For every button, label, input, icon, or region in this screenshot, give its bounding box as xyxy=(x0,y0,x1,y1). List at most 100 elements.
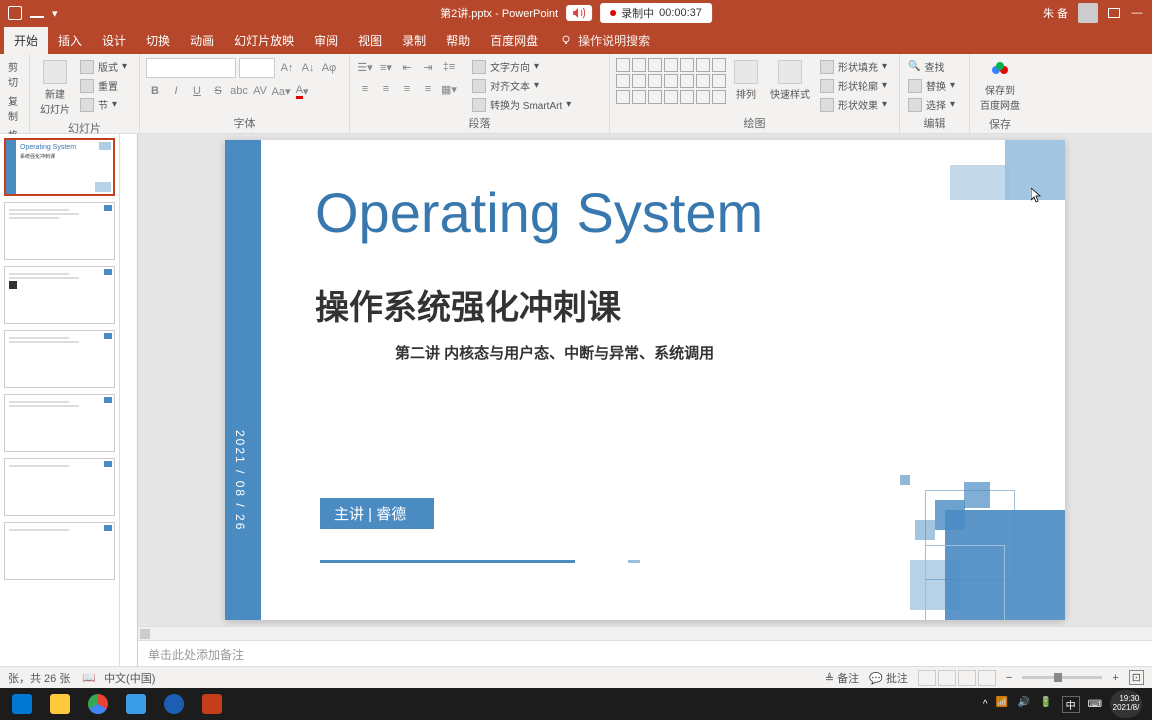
cut-button[interactable]: 剪切 xyxy=(6,58,23,90)
thumbnail-5[interactable] xyxy=(4,394,115,452)
slide-canvas[interactable]: 2021 / 08 / 26 Operating System 操作系统强化冲刺… xyxy=(225,140,1065,620)
avatar[interactable] xyxy=(1078,3,1098,23)
taskbar-chrome[interactable] xyxy=(80,690,116,718)
thumbnail-2[interactable] xyxy=(4,202,115,260)
font-color-button[interactable]: A▾ xyxy=(293,82,311,100)
thumbnail-7[interactable] xyxy=(4,522,115,580)
font-family-select[interactable] xyxy=(146,58,236,78)
comments-toggle[interactable]: 💬 批注 xyxy=(869,670,908,686)
minimize-button[interactable]: — xyxy=(1130,6,1144,20)
shape-outline-button[interactable]: 形状轮廓 ▾ xyxy=(818,77,889,94)
tab-view[interactable]: 视图 xyxy=(348,27,392,54)
zoom-in-button[interactable]: + xyxy=(1112,672,1118,684)
taskbar-app-2[interactable] xyxy=(156,690,192,718)
shadow-button[interactable]: abc xyxy=(230,82,248,100)
horizontal-scrollbar[interactable] xyxy=(138,626,1152,640)
new-slide-button[interactable]: 新建 幻灯片 xyxy=(36,58,74,118)
smartart-button[interactable]: 转换为 SmartArt ▾ xyxy=(470,96,573,113)
bold-button[interactable]: B xyxy=(146,82,164,100)
ribbon-display-icon[interactable] xyxy=(1108,8,1120,18)
tray-ime[interactable]: 中 xyxy=(1062,696,1080,713)
thumbnail-4[interactable] xyxy=(4,330,115,388)
select-button[interactable]: 选择 ▾ xyxy=(906,96,963,113)
align-text-button[interactable]: 对齐文本 ▾ xyxy=(470,77,573,94)
quick-styles-button[interactable]: 快速样式 xyxy=(766,58,814,103)
language-indicator[interactable]: 中文(中国) xyxy=(104,670,155,686)
slide-lecturer[interactable]: 主讲 | 睿德 xyxy=(320,498,434,529)
shape-fill-button[interactable]: 形状填充 ▾ xyxy=(818,58,889,75)
arrange-button[interactable]: 排列 xyxy=(730,58,762,103)
slide-thumbnail-panel[interactable]: Operating System系统强化冲刺课 xyxy=(0,134,120,666)
char-spacing-button[interactable]: AV xyxy=(251,82,269,100)
zoom-out-button[interactable]: − xyxy=(1006,672,1012,684)
tab-slideshow[interactable]: 幻灯片放映 xyxy=(224,27,304,54)
tray-battery-icon[interactable]: 🔋 xyxy=(1040,697,1054,711)
reset-button[interactable]: 重置 xyxy=(78,77,129,94)
tray-clock[interactable]: 19:30 2021/8/ xyxy=(1110,690,1142,718)
reading-view-button[interactable] xyxy=(958,670,976,686)
quickaccess-icon[interactable] xyxy=(30,8,44,18)
tray-keyboard-icon[interactable]: ⌨ xyxy=(1088,699,1102,710)
tab-help[interactable]: 帮助 xyxy=(436,27,480,54)
columns-button[interactable]: ▦▾ xyxy=(440,80,458,98)
replace-button[interactable]: 替换 ▾ xyxy=(906,77,963,94)
shape-effects-button[interactable]: 形状效果 ▾ xyxy=(818,96,889,113)
copy-button[interactable]: 复制 xyxy=(6,92,23,124)
tray-volume-icon[interactable]: 🔊 xyxy=(1018,697,1032,711)
underline-button[interactable]: U xyxy=(188,82,206,100)
tab-baidu[interactable]: 百度网盘 xyxy=(480,27,548,54)
numbering-button[interactable]: ≡▾ xyxy=(377,58,395,76)
tab-transition[interactable]: 切换 xyxy=(136,27,180,54)
tray-network-icon[interactable]: 📶 xyxy=(996,697,1010,711)
thumbnail-1[interactable]: Operating System系统强化冲刺课 xyxy=(4,138,115,196)
justify-button[interactable]: ≡ xyxy=(419,80,437,98)
taskbar-powerpoint[interactable] xyxy=(194,690,230,718)
notes-pane[interactable]: 单击此处添加备注 xyxy=(138,640,1152,666)
italic-button[interactable]: I xyxy=(167,82,185,100)
align-center-button[interactable]: ≡ xyxy=(377,80,395,98)
fit-to-window-button[interactable]: ⊡ xyxy=(1129,670,1144,685)
thumbnail-6[interactable] xyxy=(4,458,115,516)
change-case-button[interactable]: Aa▾ xyxy=(272,82,290,100)
taskbar-explorer[interactable] xyxy=(42,690,78,718)
notes-toggle[interactable]: ≜ 备注 xyxy=(825,670,859,686)
dropdown-icon[interactable]: ▾ xyxy=(52,7,58,20)
slide-lecture-topic[interactable]: 第二讲 内核态与用户态、中断与异常、系统调用 xyxy=(395,342,714,363)
align-left-button[interactable]: ≡ xyxy=(356,80,374,98)
start-button[interactable] xyxy=(4,690,40,718)
text-direction-button[interactable]: 文字方向 ▾ xyxy=(470,58,573,75)
decrease-font-button[interactable]: A↓ xyxy=(299,59,317,77)
slideshow-view-button[interactable] xyxy=(978,670,996,686)
thumbnail-3[interactable] xyxy=(4,266,115,324)
tell-me-search[interactable]: 操作说明搜索 xyxy=(560,32,650,49)
tray-chevron-icon[interactable]: ^ xyxy=(983,699,988,710)
layout-button[interactable]: 版式 ▾ xyxy=(78,58,129,75)
align-right-button[interactable]: ≡ xyxy=(398,80,416,98)
font-size-select[interactable] xyxy=(239,58,275,78)
shapes-gallery[interactable] xyxy=(616,58,726,104)
tab-review[interactable]: 审阅 xyxy=(304,27,348,54)
clear-format-button[interactable]: Aφ xyxy=(320,59,338,77)
tab-animation[interactable]: 动画 xyxy=(180,27,224,54)
taskbar-app-1[interactable] xyxy=(118,690,154,718)
line-spacing-button[interactable]: ‡≡ xyxy=(440,58,458,76)
slide-canvas-area[interactable]: 2021 / 08 / 26 Operating System 操作系统强化冲刺… xyxy=(120,134,1152,626)
find-button[interactable]: 🔍 查找 xyxy=(906,58,963,75)
normal-view-button[interactable] xyxy=(918,670,936,686)
decrease-indent-button[interactable]: ⇤ xyxy=(398,58,416,76)
bullets-button[interactable]: ☰▾ xyxy=(356,58,374,76)
sorter-view-button[interactable] xyxy=(938,670,956,686)
strike-button[interactable]: S xyxy=(209,82,227,100)
speaker-indicator[interactable] xyxy=(566,5,592,21)
autosave-icon[interactable] xyxy=(8,6,22,20)
tab-design[interactable]: 设计 xyxy=(92,27,136,54)
save-to-baidu-button[interactable]: 保存到 百度网盘 xyxy=(976,58,1024,114)
section-button[interactable]: 节 ▾ xyxy=(78,96,129,113)
username[interactable]: 朱 备 xyxy=(1043,5,1068,21)
slide-subtitle[interactable]: 操作系统强化冲刺课 xyxy=(315,280,621,329)
zoom-slider[interactable] xyxy=(1022,676,1102,679)
recording-pill[interactable]: 录制中 00:00:37 xyxy=(600,3,712,23)
tab-insert[interactable]: 插入 xyxy=(48,27,92,54)
tab-start[interactable]: 开始 xyxy=(4,27,48,54)
increase-font-button[interactable]: A↑ xyxy=(278,59,296,77)
